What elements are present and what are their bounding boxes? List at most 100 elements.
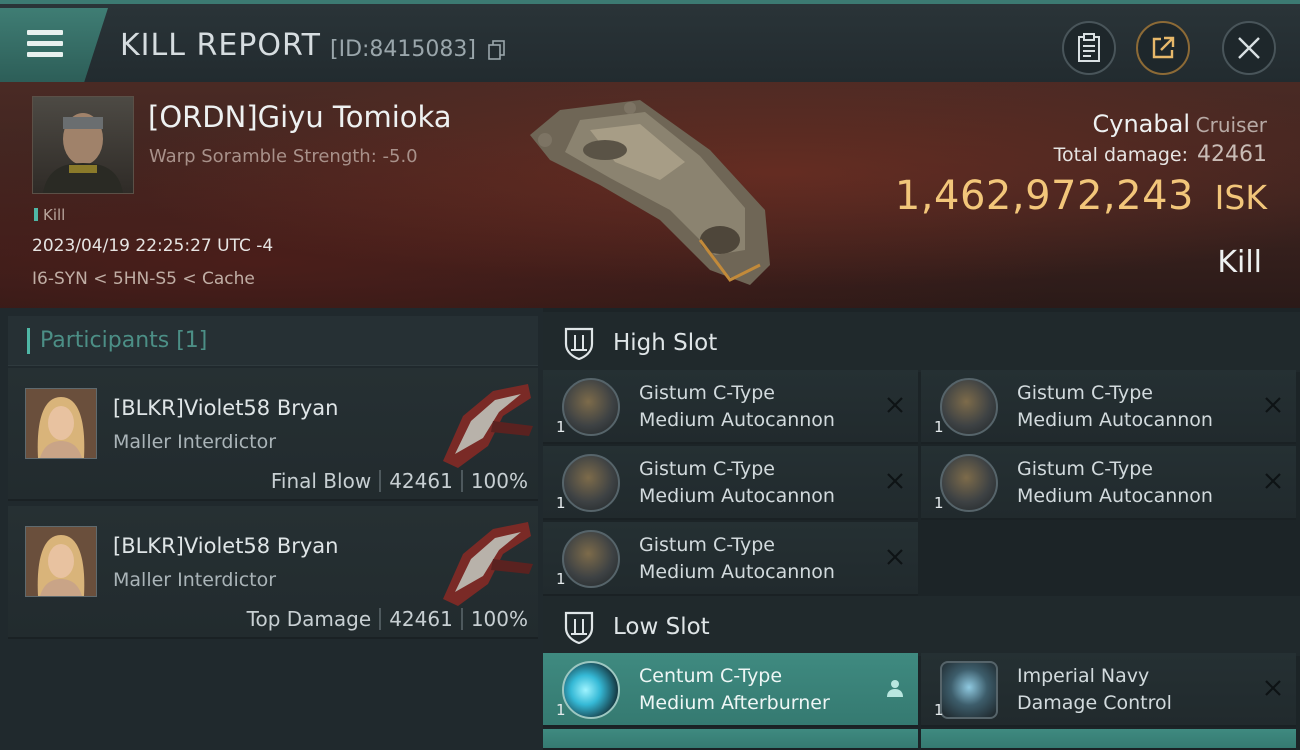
share-button[interactable] xyxy=(1136,21,1190,75)
divider xyxy=(460,470,463,492)
page-title: KILL REPORT xyxy=(120,28,321,63)
destroyed-x-icon xyxy=(887,473,903,489)
accent-bar xyxy=(27,328,30,354)
kill-tag: Kill xyxy=(34,206,65,224)
module-quantity: 1 xyxy=(556,494,566,512)
module-quantity: 1 xyxy=(556,701,566,719)
pilot-icon xyxy=(887,680,903,697)
module-type: Medium Autocannon xyxy=(1017,409,1213,431)
damage-control-icon xyxy=(940,661,998,719)
ship-name[interactable]: Cynabal xyxy=(1093,110,1191,138)
avatar-image xyxy=(26,527,96,596)
module-quantity: 1 xyxy=(934,494,944,512)
victim-name[interactable]: [ORDN]Giyu Tomioka xyxy=(148,100,452,134)
clipboard-icon xyxy=(1078,33,1100,62)
module-item[interactable]: 1 Gistum C-Type Medium Autocannon xyxy=(921,446,1296,520)
participant-role: Final Blow xyxy=(270,469,372,493)
shield-icon xyxy=(564,327,594,360)
destroyed-x-icon xyxy=(1265,397,1281,413)
victim-ship-image xyxy=(530,100,770,285)
isk-value: 1,462,972,243 xyxy=(894,173,1194,219)
autocannon-icon xyxy=(562,378,620,436)
menu-button[interactable] xyxy=(0,8,108,82)
module-name: Gistum C-Type xyxy=(1017,458,1153,480)
divider xyxy=(379,608,382,630)
kill-location[interactable]: I6-SYN < 5HN-S5 < Cache xyxy=(32,269,255,289)
participant-name[interactable]: [BLKR]Violet58 Bryan xyxy=(113,396,338,420)
destroyed-x-icon xyxy=(1265,473,1281,489)
ship-class: Cruiser xyxy=(1195,113,1267,137)
low-slot-header: Low Slot xyxy=(543,596,1300,656)
module-item-partial[interactable] xyxy=(921,729,1296,750)
copy-icon[interactable] xyxy=(488,40,506,60)
module-type: Medium Autocannon xyxy=(639,561,835,583)
participant-damage: 42461 xyxy=(389,607,453,631)
module-quantity: 1 xyxy=(556,570,566,588)
module-item[interactable]: 1 Centum C-Type Medium Afterburner xyxy=(543,653,918,727)
autocannon-icon xyxy=(562,454,620,512)
isk-unit: ISK xyxy=(1214,178,1267,217)
participant-stats: Top Damage 42461 100% xyxy=(247,607,528,631)
module-item[interactable]: 1 Gistum C-Type Medium Autocannon xyxy=(921,370,1296,444)
module-type: Damage Control xyxy=(1017,692,1172,714)
close-button[interactable] xyxy=(1222,21,1276,75)
module-item-partial[interactable] xyxy=(543,729,918,750)
fitting-panel: High Slot 1 Gistum C-Type Medium Autocan… xyxy=(543,308,1300,750)
external-link-icon xyxy=(1152,36,1175,59)
low-slot-label: Low Slot xyxy=(613,614,710,640)
module-quantity: 1 xyxy=(556,418,566,436)
participant-percent: 100% xyxy=(470,607,528,631)
module-name: Imperial Navy xyxy=(1017,665,1150,687)
autocannon-icon xyxy=(562,530,620,588)
module-item[interactable]: 1 Gistum C-Type Medium Autocannon xyxy=(543,370,918,444)
module-quantity: 1 xyxy=(934,701,944,719)
victim-portrait[interactable] xyxy=(32,96,134,194)
module-item[interactable]: 1 Gistum C-Type Medium Autocannon xyxy=(543,522,918,596)
total-damage-value: 42461 xyxy=(1197,142,1267,167)
module-item[interactable]: 1 Imperial Navy Damage Control xyxy=(921,653,1296,727)
victim-summary: [ORDN]Giyu Tomioka Warp Soramble Strengt… xyxy=(0,82,1300,308)
module-type: Medium Autocannon xyxy=(639,409,835,431)
module-name: Gistum C-Type xyxy=(1017,382,1153,404)
module-type: Medium Afterburner xyxy=(639,692,830,714)
close-icon xyxy=(1238,37,1260,59)
shield-icon xyxy=(564,611,594,644)
module-name: Gistum C-Type xyxy=(639,458,775,480)
participants-panel: Participants [1] [BLKR]Violet58 Bryan Ma… xyxy=(0,308,543,750)
high-slot-header: High Slot xyxy=(543,312,1300,372)
participant-name[interactable]: [BLKR]Violet58 Bryan xyxy=(113,534,338,558)
clipboard-button[interactable] xyxy=(1062,21,1116,75)
participant-ship-image xyxy=(443,384,533,468)
avatar[interactable] xyxy=(25,526,97,597)
header-bar: KILL REPORT [ID:8415083] xyxy=(0,0,1300,82)
participant-ship: Maller Interdictor xyxy=(113,431,277,453)
high-slot-label: High Slot xyxy=(613,330,718,356)
destroyed-x-icon xyxy=(1265,680,1281,696)
warp-scramble-strength: Warp Soramble Strength: -5.0 xyxy=(149,146,418,167)
participants-label: Participants [1] xyxy=(40,328,208,353)
afterburner-icon xyxy=(562,661,620,719)
report-id: [ID:8415083] xyxy=(330,37,476,62)
kill-datetime: 2023/04/19 22:25:27 UTC -4 xyxy=(32,236,274,256)
avatar-image xyxy=(26,389,96,458)
avatar[interactable] xyxy=(25,388,97,459)
module-item[interactable]: 1 Gistum C-Type Medium Autocannon xyxy=(543,446,918,520)
destroyed-x-icon xyxy=(887,549,903,565)
portrait-image xyxy=(43,113,123,193)
autocannon-icon xyxy=(940,454,998,512)
participant-card[interactable]: [BLKR]Violet58 Bryan Maller Interdictor … xyxy=(8,368,538,501)
participant-role: Top Damage xyxy=(246,607,372,631)
participant-stats: Final Blow 42461 100% xyxy=(271,469,528,493)
kill-result: Kill xyxy=(1217,245,1262,280)
module-quantity: 1 xyxy=(934,418,944,436)
total-damage-label: Total damage: xyxy=(1053,144,1188,166)
divider xyxy=(379,470,382,492)
autocannon-icon xyxy=(940,378,998,436)
module-type: Medium Autocannon xyxy=(639,485,835,507)
divider xyxy=(460,608,463,630)
module-name: Gistum C-Type xyxy=(639,382,775,404)
participant-percent: 100% xyxy=(470,469,528,493)
participant-card[interactable]: [BLKR]Violet58 Bryan Maller Interdictor … xyxy=(8,506,538,639)
destroyed-x-icon xyxy=(887,397,903,413)
module-name: Gistum C-Type xyxy=(639,534,775,556)
